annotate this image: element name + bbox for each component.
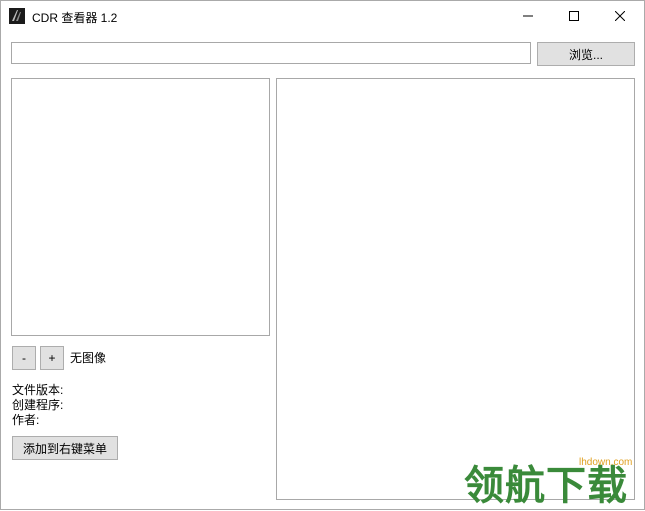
browse-button[interactable]: 浏览... bbox=[537, 42, 635, 66]
minimize-button[interactable] bbox=[505, 1, 551, 31]
title-bar[interactable]: CDR 查看器 1.2 bbox=[1, 1, 644, 31]
window-title: CDR 查看器 1.2 bbox=[32, 11, 118, 25]
watermark-url: lhdown.com bbox=[579, 457, 633, 468]
app-window: CDR 查看器 1.2 浏览... - + 无图像 文件版本: 创建程序: 作者… bbox=[0, 0, 645, 510]
file-path-input[interactable] bbox=[11, 42, 531, 64]
maximize-button[interactable] bbox=[551, 1, 597, 31]
cdr-app-icon bbox=[9, 8, 25, 24]
author-label: 作者: bbox=[12, 413, 40, 427]
add-to-context-menu-button[interactable]: 添加到右键菜单 bbox=[12, 436, 118, 460]
no-image-label: 无图像 bbox=[70, 351, 107, 365]
close-button[interactable] bbox=[597, 1, 643, 31]
close-icon bbox=[615, 11, 625, 21]
thumbnail-panel bbox=[11, 78, 270, 336]
maximize-icon bbox=[569, 11, 579, 21]
zoom-in-button[interactable]: + bbox=[40, 346, 64, 370]
preview-panel bbox=[276, 78, 635, 500]
minimize-icon bbox=[523, 15, 533, 17]
zoom-out-button[interactable]: - bbox=[12, 346, 36, 370]
